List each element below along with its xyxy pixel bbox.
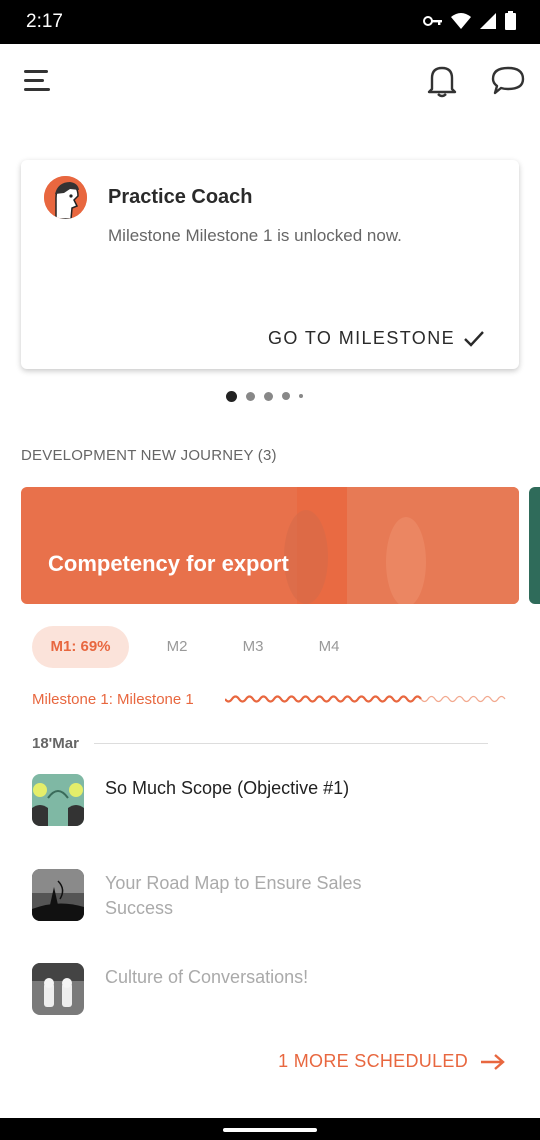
chat-icon[interactable] (490, 64, 526, 98)
menu-icon-line (24, 79, 44, 82)
status-bar: 2:17 (0, 0, 540, 44)
go-to-milestone-label: GO TO MILESTONE (267, 328, 455, 348)
milestone-progress-wave (225, 695, 506, 703)
lesson-thumbnail (32, 774, 84, 826)
coach-face-icon (44, 176, 87, 219)
vpn-key-icon (423, 15, 442, 26)
menu-icon-line (24, 88, 50, 91)
coach-message: Milestone Milestone 1 is unlocked now. (108, 226, 402, 245)
lesson-item[interactable]: Your Road Map to Ensure Sales Success (32, 869, 502, 923)
carousel-dot[interactable] (246, 391, 255, 401)
status-time: 2:17 (26, 11, 63, 32)
coach-title: Practice Coach (108, 186, 253, 208)
lesson-item[interactable]: So Much Scope (Objective #1) (32, 774, 502, 828)
coach-notification-card[interactable]: Practice Coach Milestone Milestone 1 is … (21, 160, 519, 369)
status-icons (423, 11, 516, 30)
lesson-title: Culture of Conversations! (105, 967, 309, 987)
lesson-thumbnail (32, 869, 84, 921)
tab-m4[interactable]: M4 (308, 626, 350, 668)
tab-m2[interactable]: M2 (156, 626, 198, 668)
home-gesture-bar[interactable] (223, 1128, 317, 1132)
carousel-dot[interactable] (264, 391, 273, 401)
carousel-pagination[interactable] (226, 390, 303, 402)
lightbulb-people-image (32, 774, 84, 826)
menu-icon-line (24, 70, 48, 73)
coach-avatar (44, 176, 87, 219)
date-label: 18'Mar (32, 735, 79, 752)
cell-signal-icon (480, 12, 496, 29)
section-label: DEVELOPMENT NEW JOURNEY (3) (21, 447, 277, 464)
checkmark-icon (464, 330, 484, 347)
milestone-label: Milestone 1: Milestone 1 (32, 691, 194, 708)
lesson-thumbnail (32, 963, 84, 1015)
notification-bell-icon[interactable] (426, 64, 458, 98)
journey-title: Competency for export (48, 551, 289, 576)
battery-icon (505, 11, 516, 30)
menu-button[interactable] (22, 66, 52, 96)
date-divider (94, 743, 488, 744)
go-to-milestone-button[interactable]: GO TO MILESTONE (268, 328, 485, 349)
more-scheduled-link[interactable]: 1 MORE SCHEDULED (278, 1051, 506, 1072)
carousel-dot-active[interactable] (226, 390, 237, 402)
carousel-dot[interactable] (299, 394, 303, 398)
lesson-title: Your Road Map to Ensure Sales Success (105, 873, 362, 918)
journey-card-background-image (284, 487, 519, 604)
journey-card[interactable]: Competency for export (21, 487, 519, 604)
stormtrooper-figures-image (32, 963, 84, 1015)
archer-image (32, 869, 84, 921)
arrow-right-icon (481, 1053, 505, 1070)
carousel-dot[interactable] (282, 392, 290, 400)
lesson-title: So Much Scope (Objective #1) (105, 778, 350, 798)
date-row: 18'Mar (32, 735, 488, 753)
tab-m3[interactable]: M3 (232, 626, 274, 668)
system-nav-bar (0, 1118, 540, 1140)
next-journey-card[interactable] (529, 487, 540, 604)
lesson-item[interactable]: Culture of Conversations! (32, 963, 502, 1017)
app-bar (0, 44, 540, 120)
tab-m1[interactable]: M1: 69% (32, 626, 129, 668)
wifi-icon (451, 12, 471, 29)
more-scheduled-label: 1 MORE SCHEDULED (278, 1051, 468, 1071)
